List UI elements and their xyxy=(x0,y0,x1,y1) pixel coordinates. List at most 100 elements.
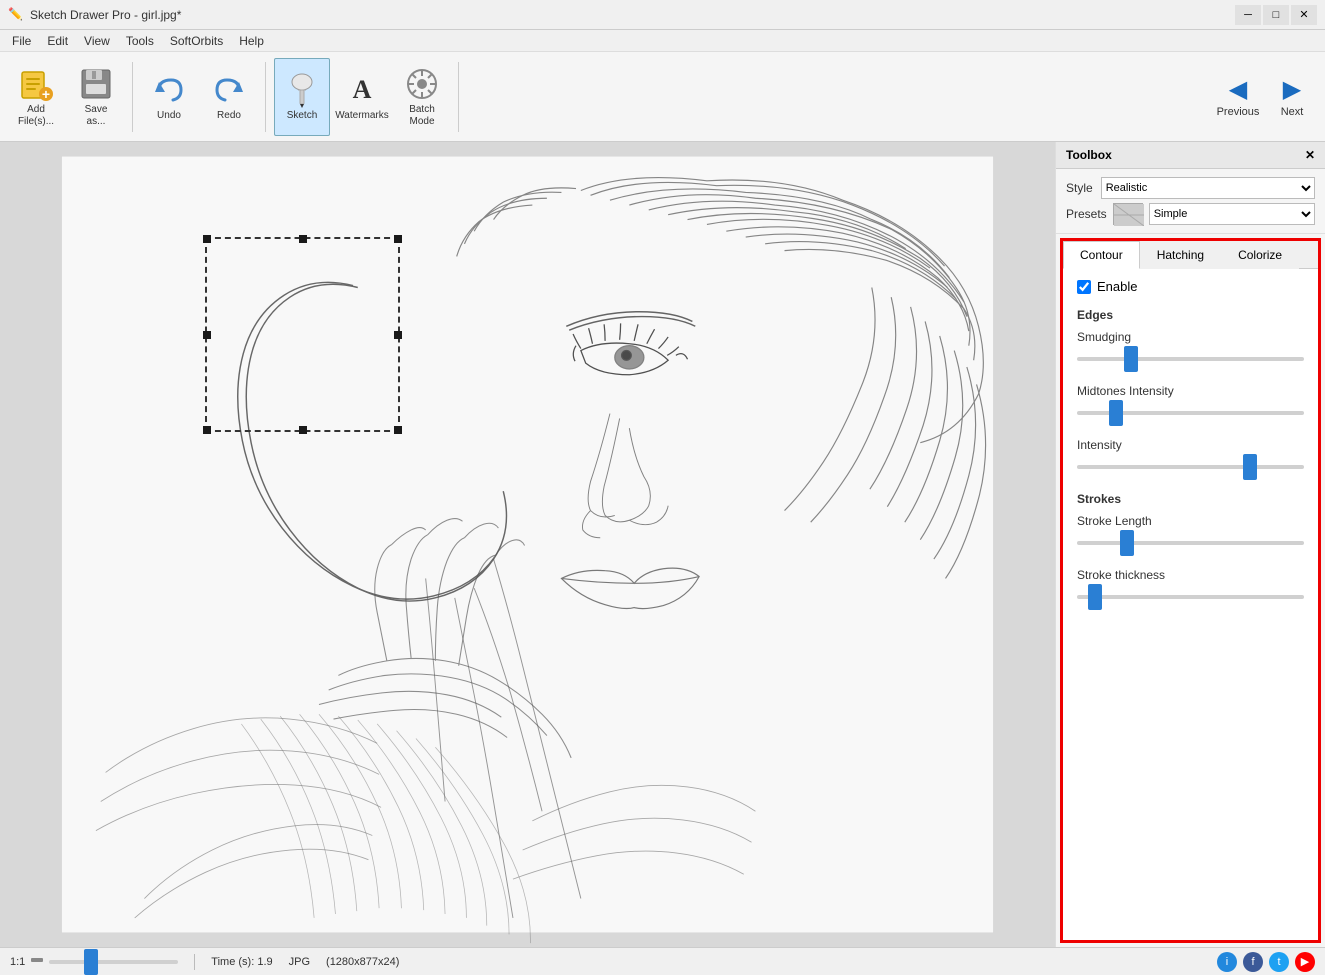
twitter-icon[interactable]: t xyxy=(1269,952,1289,972)
menu-view[interactable]: View xyxy=(76,32,118,50)
presets-row: Presets Simple Default Soft Hard xyxy=(1066,203,1315,225)
save-as-button[interactable]: Saveas... xyxy=(68,58,124,136)
canvas-area[interactable] xyxy=(0,142,1055,947)
stroke-thickness-label: Stroke thickness xyxy=(1077,568,1304,582)
format-label: JPG xyxy=(289,956,310,968)
svg-text:+: + xyxy=(42,86,50,102)
next-icon: ▶ xyxy=(1283,75,1301,104)
title-bar: ✏️ Sketch Drawer Pro - girl.jpg* ─ □ ✕ xyxy=(0,0,1325,30)
navigation-buttons: ◀ Previous ▶ Next xyxy=(1213,58,1317,136)
stroke-length-slider[interactable] xyxy=(1077,541,1304,545)
sketch-icon xyxy=(284,72,320,108)
batch-mode-button[interactable]: BatchMode xyxy=(394,58,450,136)
watermarks-button[interactable]: A Watermarks xyxy=(334,58,390,136)
watermarks-icon: A xyxy=(344,72,380,108)
facebook-icon[interactable]: f xyxy=(1243,952,1263,972)
intensity-label: Intensity xyxy=(1077,438,1304,452)
main-area: Toolbox ✕ Style Realistic Simple Detaile… xyxy=(0,142,1325,947)
toolbox-title: Toolbox xyxy=(1066,148,1112,162)
style-select[interactable]: Realistic Simple Detailed Artistic xyxy=(1101,177,1315,199)
app-icon: ✏️ xyxy=(8,7,24,23)
stroke-thickness-track xyxy=(1077,586,1304,608)
redo-icon xyxy=(211,72,247,108)
zoom-icon xyxy=(29,952,45,971)
menu-bar: File Edit View Tools SoftOrbits Help xyxy=(0,30,1325,52)
toolbar-separator-3 xyxy=(458,62,459,132)
stroke-length-track xyxy=(1077,532,1304,554)
midtones-intensity-slider[interactable] xyxy=(1077,411,1304,415)
menu-tools[interactable]: Tools xyxy=(118,32,162,50)
sketch-label: Sketch xyxy=(287,110,318,122)
tab-hatching[interactable]: Hatching xyxy=(1140,241,1221,269)
canvas-inner xyxy=(0,142,1055,947)
next-button[interactable]: ▶ Next xyxy=(1267,58,1317,136)
midtones-intensity-label: Midtones Intensity xyxy=(1077,384,1304,398)
stroke-length-label: Stroke Length xyxy=(1077,514,1304,528)
zoom-level: 1:1 xyxy=(10,956,25,968)
style-label: Style xyxy=(1066,181,1093,195)
toolbox-header: Toolbox ✕ xyxy=(1056,142,1325,169)
minimize-button[interactable]: ─ xyxy=(1235,5,1261,25)
dimensions-label: (1280x877x24) xyxy=(326,956,399,968)
midtones-intensity-track xyxy=(1077,402,1304,424)
params-content: Enable Edges Smudging Midtones Intensity xyxy=(1063,269,1318,940)
undo-label: Undo xyxy=(157,110,181,122)
watermarks-label: Watermarks xyxy=(335,110,389,122)
undo-button[interactable]: Undo xyxy=(141,58,197,136)
enable-row: Enable xyxy=(1077,279,1304,294)
presets-label: Presets xyxy=(1066,207,1107,221)
close-button[interactable]: ✕ xyxy=(1291,5,1317,25)
batch-mode-label: BatchMode xyxy=(409,104,435,128)
add-files-icon: + xyxy=(18,66,54,102)
strokes-heading: Strokes xyxy=(1077,492,1304,506)
tab-bar: Contour Hatching Colorize xyxy=(1063,241,1318,269)
stroke-thickness-group: Stroke thickness xyxy=(1077,568,1304,608)
redo-label: Redo xyxy=(217,110,241,122)
save-as-icon xyxy=(78,66,114,102)
previous-label: Previous xyxy=(1217,106,1260,118)
smudging-group: Smudging xyxy=(1077,330,1304,370)
style-row: Style Realistic Simple Detailed Artistic xyxy=(1066,177,1315,199)
info-icon[interactable]: i xyxy=(1217,952,1237,972)
menu-file[interactable]: File xyxy=(4,32,39,50)
tab-contour[interactable]: Contour xyxy=(1063,241,1140,269)
app-title: Sketch Drawer Pro - girl.jpg* xyxy=(30,8,1235,22)
smudging-track xyxy=(1077,348,1304,370)
status-icons: i f t ▶ xyxy=(1217,952,1315,972)
midtones-intensity-group: Midtones Intensity xyxy=(1077,384,1304,424)
toolbar: + AddFile(s)... Saveas... Undo xyxy=(0,52,1325,142)
sketch-button[interactable]: Sketch xyxy=(274,58,330,136)
zoom-slider[interactable] xyxy=(49,960,178,964)
status-separator-1 xyxy=(194,954,195,970)
smudging-slider[interactable] xyxy=(1077,357,1304,361)
add-files-label: AddFile(s)... xyxy=(18,104,54,128)
zoom-area: 1:1 xyxy=(10,952,178,971)
status-bar: 1:1 Time (s): 1.9 JPG (1280x877x24) i f … xyxy=(0,947,1325,975)
toolbox-close-icon[interactable]: ✕ xyxy=(1305,148,1315,162)
next-label: Next xyxy=(1281,106,1304,118)
toolbox-panel: Toolbox ✕ Style Realistic Simple Detaile… xyxy=(1055,142,1325,947)
maximize-button[interactable]: □ xyxy=(1263,5,1289,25)
intensity-track xyxy=(1077,456,1304,478)
menu-edit[interactable]: Edit xyxy=(39,32,76,50)
sketch-image xyxy=(0,142,1055,947)
previous-icon: ◀ xyxy=(1229,75,1247,104)
enable-checkbox[interactable] xyxy=(1077,280,1091,294)
youtube-icon[interactable]: ▶ xyxy=(1295,952,1315,972)
stroke-length-group: Stroke Length xyxy=(1077,514,1304,554)
time-label: Time (s): 1.9 xyxy=(211,956,272,968)
redo-button[interactable]: Redo xyxy=(201,58,257,136)
smudging-label: Smudging xyxy=(1077,330,1304,344)
undo-icon xyxy=(151,72,187,108)
menu-help[interactable]: Help xyxy=(231,32,272,50)
batch-mode-icon xyxy=(404,66,440,102)
stroke-thickness-slider[interactable] xyxy=(1077,595,1304,599)
tab-colorize[interactable]: Colorize xyxy=(1221,241,1299,269)
intensity-slider[interactable] xyxy=(1077,465,1304,469)
save-as-label: Saveas... xyxy=(85,104,108,128)
previous-button[interactable]: ◀ Previous xyxy=(1213,58,1263,136)
presets-select[interactable]: Simple Default Soft Hard xyxy=(1149,203,1315,225)
menu-softorbits[interactable]: SoftOrbits xyxy=(162,32,231,50)
window-controls: ─ □ ✕ xyxy=(1235,5,1317,25)
add-files-button[interactable]: + AddFile(s)... xyxy=(8,58,64,136)
